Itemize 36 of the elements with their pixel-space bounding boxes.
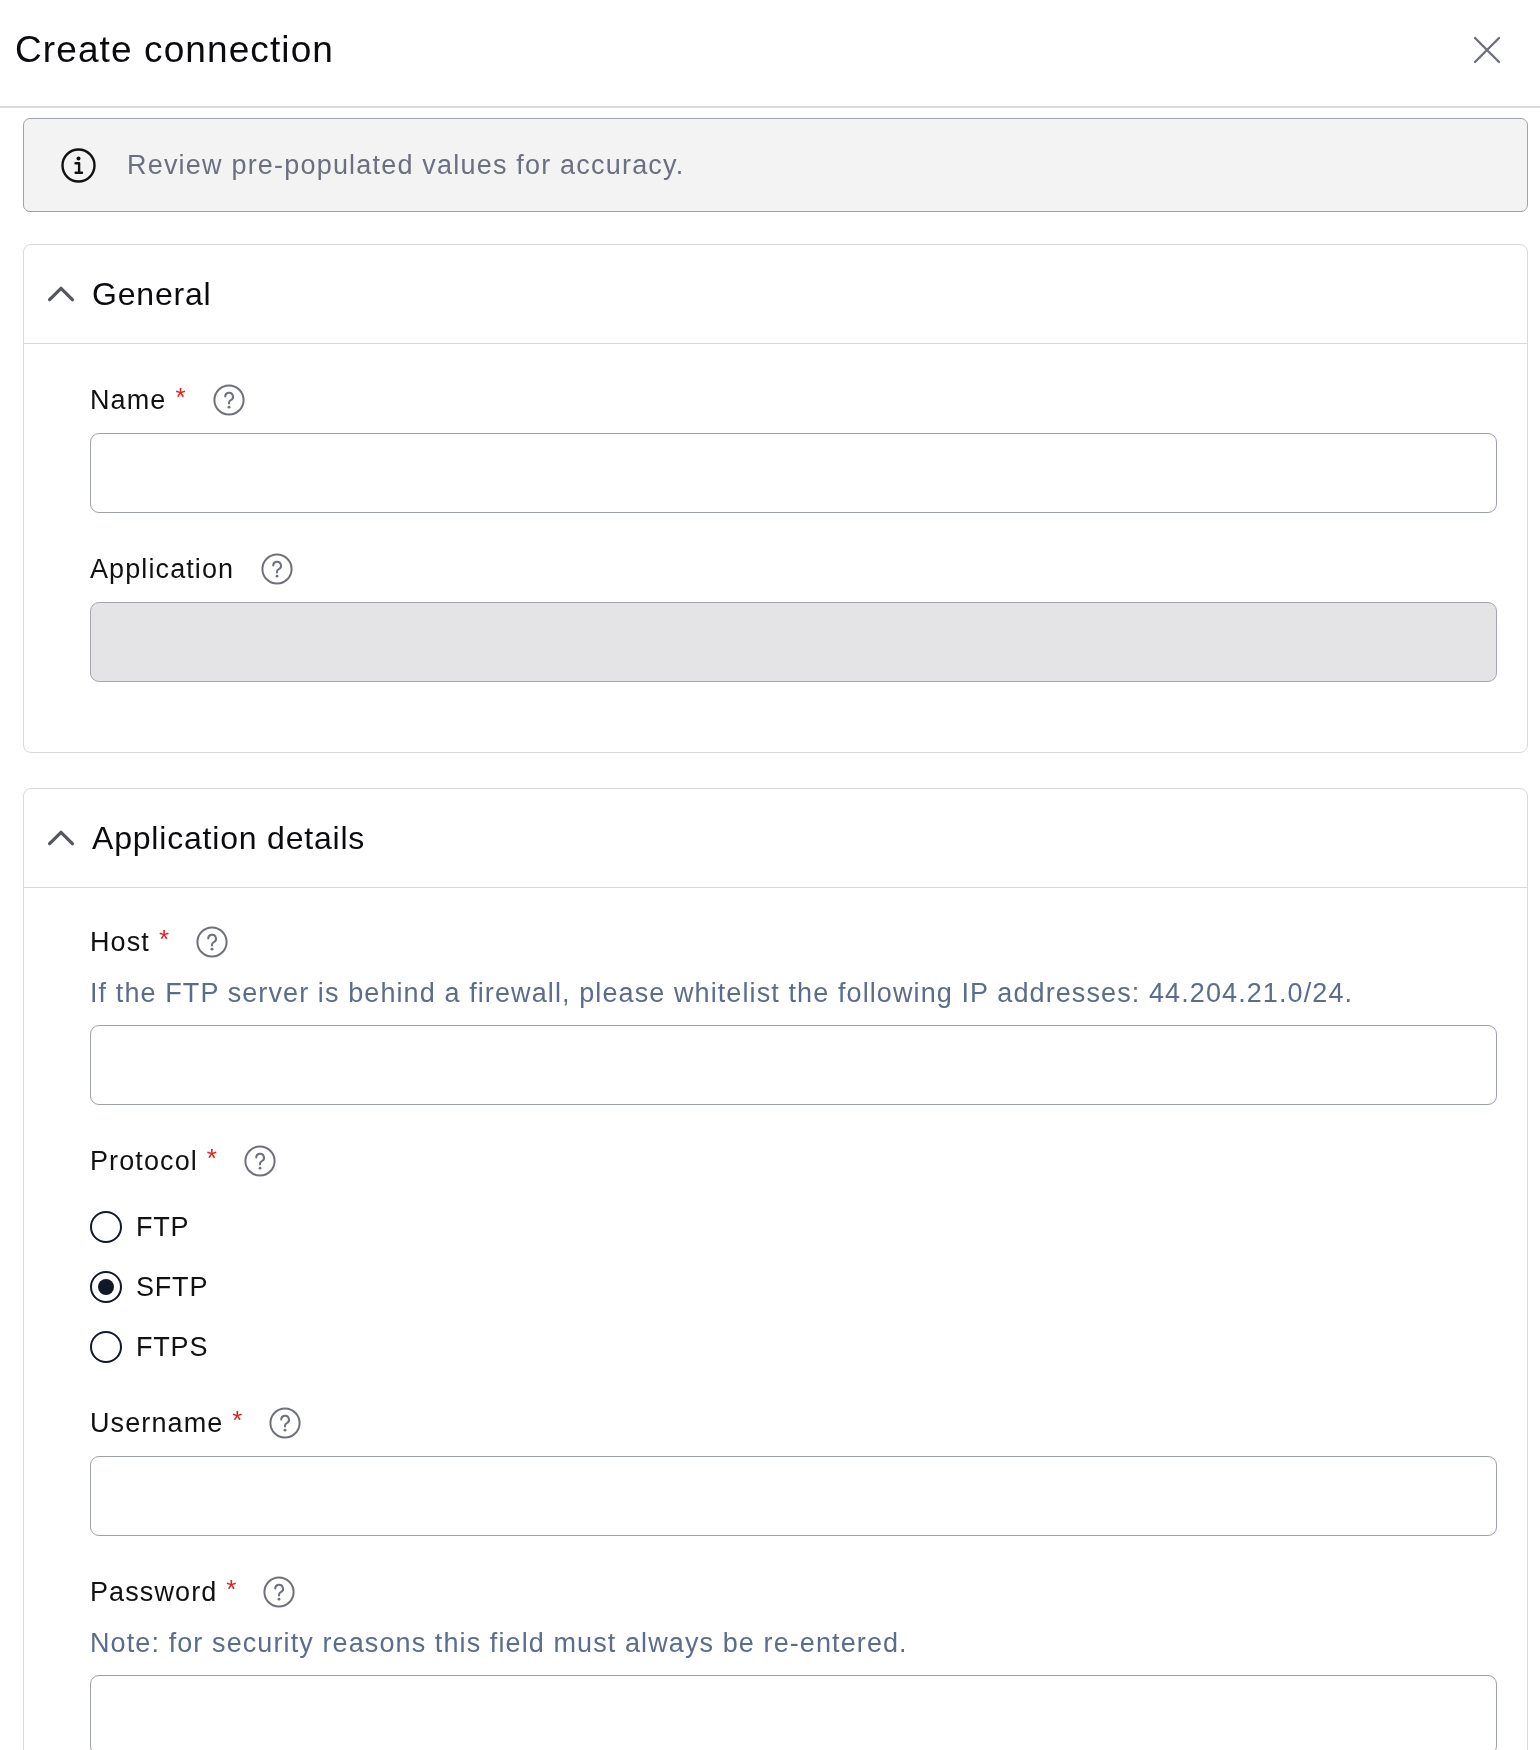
section-title[interactable]: Application details [92,819,366,857]
radio-label[interactable]: FTP [136,1211,190,1243]
input-field[interactable] [90,1025,1497,1105]
section-title[interactable]: General [92,275,212,313]
required-mark: * [206,1142,217,1174]
required-mark: * [226,1573,237,1605]
radio-button[interactable] [90,1271,122,1303]
radio-label[interactable]: FTPS [136,1331,209,1363]
required-mark: * [175,381,186,413]
field-label: Application [90,553,235,585]
radio-label[interactable]: SFTP [136,1271,209,1303]
close-button[interactable] [1473,36,1501,64]
input-field[interactable] [90,1675,1497,1750]
help-icon[interactable] [244,1145,276,1177]
input-field[interactable] [90,433,1497,513]
radio-button[interactable] [90,1331,122,1363]
close-icon [1473,36,1501,64]
input-field[interactable] [90,1456,1497,1536]
info-icon [61,147,96,183]
help-icon[interactable] [261,553,294,585]
dialog-title: Create connection [15,29,334,71]
field-label: Username [90,1407,224,1439]
field-label: Protocol [90,1145,198,1177]
help-icon[interactable] [263,1576,296,1608]
help-icon[interactable] [212,384,245,416]
required-mark: * [158,923,170,955]
field-label: Name [90,384,167,416]
banner-text: Review pre-populated values for accuracy. [127,149,685,181]
help-icon[interactable] [269,1407,302,1439]
field-hint: Note: for security reasons this field must always be re-entered. [90,1627,909,1659]
help-icon[interactable] [196,926,229,958]
field-hint: If the FTP server is behind a firewall, please whitelist the following IP addresses: 44.204.21.0/24. [90,977,1355,1009]
field-label: Host [90,926,150,958]
required-mark: * [232,1404,243,1436]
field-label: Password [90,1576,218,1608]
radio-button[interactable] [90,1211,122,1243]
